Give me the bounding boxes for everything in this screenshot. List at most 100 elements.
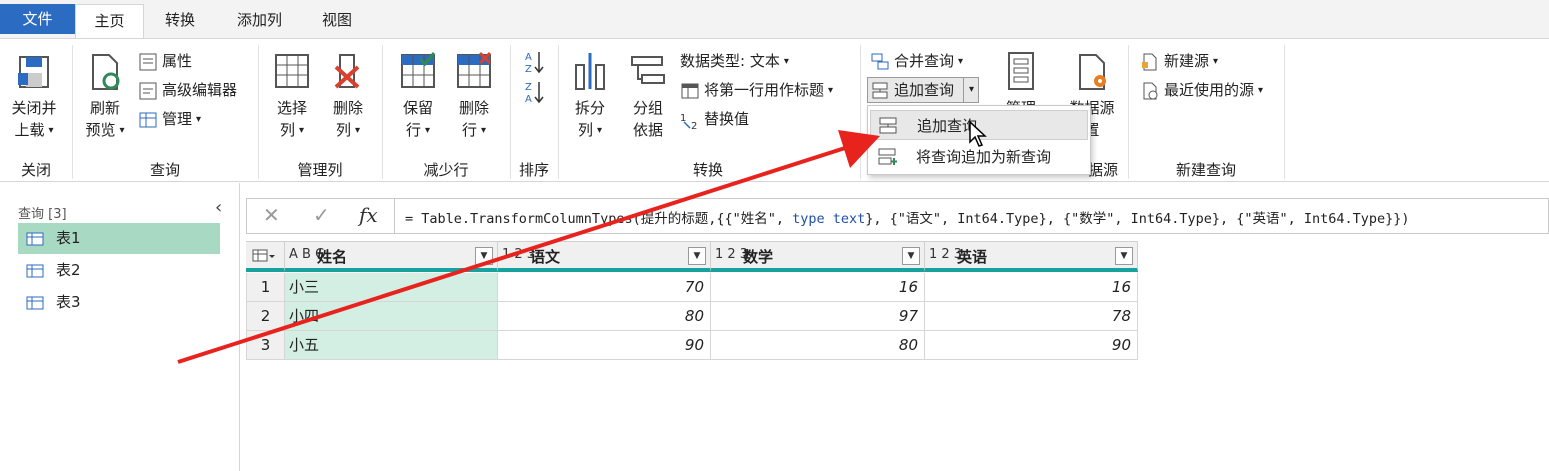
manage-label: 管理 [162, 110, 193, 128]
chevron-down-icon: ▾ [596, 124, 603, 136]
properties-button[interactable]: 属性 [138, 49, 192, 73]
column-header-label: 语文 [530, 248, 561, 266]
remove-rows-icon [457, 51, 492, 88]
svg-text:1: 1 [680, 113, 686, 124]
collapse-chevron-left-icon[interactable]: ‹ [215, 197, 222, 218]
close-load-line2: 上载 [14, 121, 45, 139]
new-source-icon [1142, 53, 1157, 70]
chevron-down-icon: ▾ [196, 113, 202, 125]
row-number[interactable]: 1 [246, 273, 285, 302]
queries-pane: 查询 [3] ‹ 表1 表2 表3 [0, 183, 240, 471]
formula-keyword: type text [792, 211, 866, 227]
cell-name[interactable]: 小三 [285, 273, 498, 302]
query-item-label: 表1 [56, 229, 81, 247]
tab-transform[interactable]: 转换 [150, 4, 210, 38]
manage-params-icon [1008, 52, 1034, 90]
column-header-label: 英语 [957, 248, 988, 266]
sort-descending-icon[interactable]: Z A [524, 79, 546, 105]
group-by-button[interactable]: 分组 依据 [626, 51, 670, 141]
properties-icon [139, 53, 157, 70]
query-item[interactable]: 表2 [18, 255, 220, 286]
column-header-label: 数学 [743, 248, 774, 266]
keep-line2: 行 [405, 121, 421, 139]
query-item-label: 表3 [56, 293, 81, 311]
cell-name[interactable]: 小四 [285, 302, 498, 331]
recent-sources-button[interactable]: 最近使用的源 ▾ [1140, 78, 1263, 102]
table-icon [26, 296, 44, 310]
append-icon [879, 117, 897, 134]
refresh-preview-button[interactable]: 刷新 预览 ▾ [80, 51, 130, 142]
recent-sources-icon [1143, 82, 1158, 99]
close-and-load-button[interactable]: 关闭并 上载 ▾ [6, 51, 62, 142]
choose-columns-button[interactable]: 选择 列 ▾ [270, 51, 314, 142]
svg-text:Z: Z [525, 82, 532, 93]
cell-english[interactable]: 78 [925, 302, 1138, 331]
group-line1: 分组 [632, 99, 663, 117]
cell-english[interactable]: 16 [925, 273, 1138, 302]
cell-math[interactable]: 80 [711, 331, 925, 360]
cell-chinese[interactable]: 80 [498, 302, 711, 331]
query-item[interactable]: 表1 [18, 223, 220, 254]
cell-chinese[interactable]: 70 [498, 273, 711, 302]
divider [860, 45, 861, 179]
cell-chinese[interactable]: 90 [498, 331, 711, 360]
select-all-table-button[interactable] [246, 241, 285, 272]
chevron-down-icon: ▾ [958, 55, 964, 67]
append-label: 追加查询 [894, 81, 955, 99]
chevron-down-icon: ▾ [48, 124, 54, 136]
manage-button[interactable]: 管理 ▾ [138, 107, 201, 131]
group-label-transform: 转换 [692, 161, 723, 179]
column-header-english[interactable]: 1 2 3 英语 ▼ [925, 241, 1138, 272]
chevron-down-icon: ▾ [783, 55, 789, 67]
cell-english[interactable]: 90 [925, 331, 1138, 360]
cell-name[interactable]: 小五 [285, 331, 498, 360]
row-number[interactable]: 3 [246, 331, 285, 360]
group-label-sort: 排序 [518, 161, 549, 179]
confirm-check-icon[interactable]: ✓ [313, 203, 330, 227]
row-number[interactable]: 2 [246, 302, 285, 331]
table-menu-icon [252, 249, 275, 262]
replace-values-button[interactable]: 1 2 替换值 [680, 107, 749, 131]
remove-columns-button[interactable]: 删除 列 ▾ [326, 51, 370, 142]
keep-line1: 保留 [402, 99, 433, 117]
filter-dropdown-icon[interactable]: ▼ [902, 247, 920, 265]
ribbon: 关闭并 上载 ▾ 关闭 刷新 预览 ▾ 属性 高级编辑器 管理 ▾ 查询 选择 列 ▾ [0, 38, 1549, 182]
tab-view[interactable]: 视图 [307, 4, 367, 38]
filter-dropdown-icon[interactable]: ▼ [1115, 247, 1133, 265]
column-header-math[interactable]: 1 2 3 数学 ▼ [711, 241, 925, 272]
use-first-row-header-button[interactable]: 将第一行用作标题 ▾ [680, 78, 833, 102]
queries-pane-title: 查询 [3] [18, 207, 67, 222]
tab-file[interactable]: 文件 [0, 4, 75, 34]
advanced-editor-icon [139, 82, 157, 99]
new-source-button[interactable]: 新建源 ▾ [1140, 49, 1218, 73]
column-header-name[interactable]: A B C 姓名 ▼ [285, 241, 498, 272]
remove-rows-button[interactable]: 删除 行 ▾ [452, 51, 496, 142]
merge-queries-button[interactable]: 合并查询 ▾ [870, 49, 963, 73]
filter-dropdown-icon[interactable]: ▼ [475, 247, 493, 265]
append-new-icon [878, 148, 897, 165]
split-column-button[interactable]: 拆分 列 ▾ [568, 51, 612, 142]
cell-math[interactable]: 16 [711, 273, 925, 302]
ribbon-tab-bar: 文件 主页 转换 添加列 视图 [0, 0, 1549, 38]
append-queries-button[interactable]: 追加查询 [870, 78, 954, 102]
advanced-editor-button[interactable]: 高级编辑器 [138, 78, 237, 102]
sort-ascending-icon[interactable]: A Z [524, 49, 546, 75]
cancel-icon[interactable]: ✕ [263, 203, 280, 227]
svg-text:2: 2 [691, 121, 697, 130]
filter-dropdown-icon[interactable]: ▼ [688, 247, 706, 265]
tab-home[interactable]: 主页 [75, 4, 144, 38]
tab-add-column[interactable]: 添加列 [222, 4, 297, 38]
cell-math[interactable]: 97 [711, 302, 925, 331]
datatype-dropdown[interactable]: 数据类型: 文本 ▾ [680, 49, 789, 73]
function-fx-icon[interactable]: fx [359, 203, 378, 227]
chevron-down-icon[interactable]: ▾ [963, 78, 979, 102]
group-line2: 依据 [632, 121, 663, 139]
column-header-chinese[interactable]: 1 2 3 语文 ▼ [498, 241, 711, 272]
refresh-line2: 预览 [85, 121, 116, 139]
append-queries-split-button[interactable]: 追加查询 ▾ [867, 77, 979, 103]
formula-input[interactable]: = Table.TransformColumnTypes(提升的标题,{{"姓名… [405, 207, 1410, 227]
refresh-icon [92, 54, 120, 90]
advanced-editor-label: 高级编辑器 [162, 81, 238, 99]
keep-rows-button[interactable]: 保留 行 ▾ [396, 51, 440, 142]
query-item[interactable]: 表3 [18, 287, 220, 318]
